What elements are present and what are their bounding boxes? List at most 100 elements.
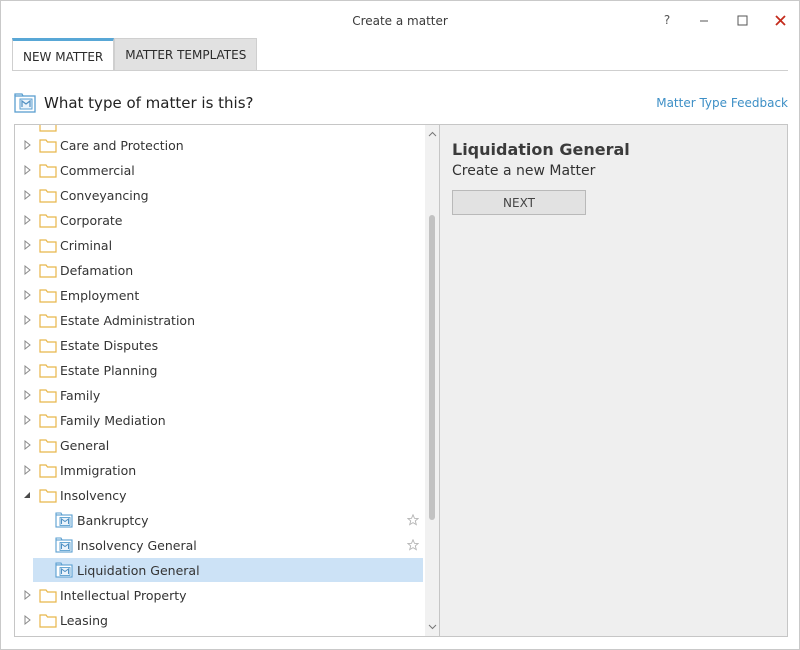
detail-title: Liquidation General: [452, 140, 630, 159]
tree-item-label: Intellectual Property: [60, 587, 187, 603]
tree-item-folder[interactable]: Immigration: [15, 458, 423, 482]
matter-icon: [55, 512, 73, 528]
tree-item-folder[interactable]: Intellectual Property: [15, 583, 423, 607]
tab-divider: [12, 70, 788, 71]
matter-type-question: What type of matter is this?: [44, 94, 254, 112]
expand-arrow-icon[interactable]: [22, 289, 32, 301]
expand-arrow-icon[interactable]: [22, 164, 32, 176]
collapse-arrow-icon[interactable]: [22, 489, 32, 501]
expand-arrow-icon[interactable]: [22, 339, 32, 351]
folder-icon: [39, 125, 57, 132]
folder-icon: [39, 364, 57, 378]
folder-icon: [39, 189, 57, 203]
tree-item-folder[interactable]: Corporate: [15, 208, 423, 232]
tree-item-label: Commercial: [60, 162, 135, 178]
tree-item-label: Bankruptcy: [77, 512, 149, 528]
maximize-icon: [737, 15, 747, 25]
matter-type-tree[interactable]: Care and Protection Commercial Conveyancin…: [14, 124, 440, 637]
minimize-button[interactable]: [691, 9, 717, 31]
tree-item-folder[interactable]: Commercial: [15, 158, 423, 182]
folder-icon: [39, 289, 57, 303]
folder-icon: [39, 464, 57, 478]
matter-type-feedback-link[interactable]: Matter Type Feedback: [656, 96, 788, 110]
tree-item-matter[interactable]: Bankruptcy: [33, 508, 423, 532]
tree-item-label: Immigration: [60, 462, 137, 478]
tree-item-folder[interactable]: Insolvency: [15, 483, 423, 507]
title-bar: Create a matter ?: [1, 1, 799, 37]
detail-subtitle: Create a new Matter: [452, 163, 596, 179]
tab-new-matter[interactable]: NEW MATTER: [12, 38, 115, 71]
expand-arrow-icon[interactable]: [22, 139, 32, 151]
expand-arrow-icon[interactable]: [22, 314, 32, 326]
matter-icon: [55, 537, 73, 553]
matter-detail-panel: Liquidation General Create a new Matter …: [440, 124, 788, 637]
tab-matter-templates[interactable]: MATTER TEMPLATES: [114, 38, 258, 71]
tree-item-label: Employment: [60, 287, 140, 303]
folder-icon: [39, 339, 57, 353]
folder-icon: [39, 314, 57, 328]
tree-item-matter[interactable]: Liquidation General: [33, 558, 423, 582]
tree-item-matter[interactable]: Insolvency General: [33, 533, 423, 557]
expand-arrow-icon[interactable]: [22, 414, 32, 426]
expand-arrow-icon[interactable]: [22, 264, 32, 276]
tree-item-label: Liquidation General: [77, 562, 200, 578]
tree-item-label: Care and Protection: [60, 137, 184, 153]
tree-item-label: Defamation: [60, 262, 134, 278]
tree-item-folder[interactable]: Family Mediation: [15, 408, 423, 432]
tree-item-folder[interactable]: Defamation: [15, 258, 423, 282]
tree-item-label: Family: [60, 387, 101, 403]
folder-icon: [39, 264, 57, 278]
scroll-up-arrow[interactable]: [425, 127, 439, 141]
expand-arrow-icon[interactable]: [22, 189, 32, 201]
folder-icon: [39, 589, 57, 603]
tree-item-label: Conveyancing: [60, 187, 149, 203]
tree-item-label: Insolvency: [60, 487, 127, 503]
tab-bar: NEW MATTER MATTER TEMPLATES: [12, 38, 258, 71]
favorite-star-icon[interactable]: [407, 539, 419, 551]
tree-item-folder[interactable]: Family: [15, 383, 423, 407]
expand-arrow-icon[interactable]: [22, 614, 32, 626]
tree-item-label: Leasing: [60, 612, 108, 628]
expand-arrow-icon[interactable]: [22, 439, 32, 451]
minimize-icon: [700, 20, 708, 22]
folder-icon: [39, 614, 57, 628]
tree-item-folder[interactable]: Estate Planning: [15, 358, 423, 382]
tree-item-label: Insolvency General: [77, 537, 197, 553]
create-matter-window: Create a matter ? NEW MATTER MATTER TEMP…: [0, 0, 800, 650]
tree-item-folder[interactable]: Leasing: [15, 608, 423, 632]
tree-item-label: Estate Administration: [60, 312, 196, 328]
tree-item-folder[interactable]: Estate Disputes: [15, 333, 423, 357]
expand-arrow-icon[interactable]: [22, 214, 32, 226]
tree-item-folder[interactable]: Care and Protection: [15, 133, 423, 157]
help-button[interactable]: ?: [654, 9, 680, 31]
tree-item-label: Corporate: [60, 212, 123, 228]
folder-icon: [39, 164, 57, 178]
close-button[interactable]: [767, 9, 793, 31]
tree-item-folder[interactable]: Conveyancing: [15, 183, 423, 207]
tree-item-folder[interactable]: Criminal: [15, 233, 423, 257]
next-button[interactable]: NEXT: [452, 190, 586, 215]
tree-item-folder[interactable]: General: [15, 433, 423, 457]
folder-icon: [39, 414, 57, 428]
tree-scrollbar[interactable]: [425, 125, 439, 636]
tree-item-label: Estate Disputes: [60, 337, 159, 353]
expand-arrow-icon[interactable]: [22, 364, 32, 376]
expand-arrow-icon[interactable]: [22, 389, 32, 401]
close-icon: [774, 14, 786, 26]
matter-type-icon: [14, 93, 36, 113]
chevron-down-icon: [428, 624, 437, 630]
tree-item-folder[interactable]: Employment: [15, 283, 423, 307]
tree-item-label: Criminal: [60, 237, 113, 253]
expand-arrow-icon[interactable]: [22, 589, 32, 601]
favorite-star-icon[interactable]: [407, 514, 419, 526]
matter-icon: [55, 562, 73, 578]
expand-arrow-icon[interactable]: [22, 464, 32, 476]
expand-arrow-icon[interactable]: [22, 239, 32, 251]
tree-item-folder[interactable]: Estate Administration: [15, 308, 423, 332]
scroll-down-arrow[interactable]: [425, 620, 439, 634]
scroll-thumb[interactable]: [429, 215, 435, 520]
folder-icon: [39, 139, 57, 153]
folder-icon: [39, 389, 57, 403]
matter-type-header: What type of matter is this? Matter Type…: [14, 91, 788, 117]
maximize-button[interactable]: [729, 9, 755, 31]
